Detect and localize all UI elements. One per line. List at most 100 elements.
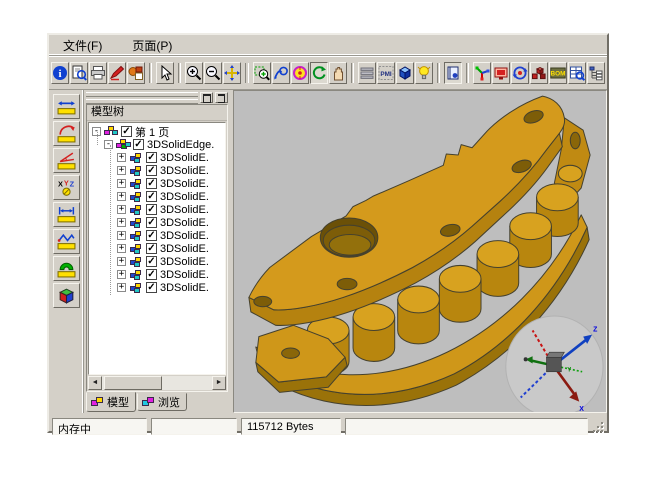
axis-x-label: X [579, 405, 584, 412]
tree-item-label[interactable]: 第 1 页 [135, 124, 169, 140]
expand-icon[interactable]: + [117, 231, 126, 240]
expand-icon[interactable]: + [117, 153, 126, 162]
expand-icon[interactable]: + [117, 283, 126, 292]
light-button[interactable] [415, 62, 433, 84]
info-button[interactable]: i [51, 62, 69, 84]
assembly-axes-button[interactable] [473, 62, 491, 84]
checkbox[interactable]: ✓ [146, 217, 157, 228]
menu-file[interactable]: 文件(F) [61, 36, 104, 55]
part-icon [129, 243, 143, 254]
expand-icon[interactable]: + [117, 192, 126, 201]
checkbox[interactable]: ✓ [146, 152, 157, 163]
tree-item-label[interactable]: 3DSolidE. [160, 152, 209, 164]
expand-icon[interactable]: + [117, 270, 126, 279]
toolbar-separator [466, 63, 469, 83]
tree-item-label[interactable]: 3DSolidE. [160, 256, 209, 268]
animation-button[interactable] [511, 62, 529, 84]
notebook-button[interactable] [444, 62, 462, 84]
checkbox[interactable]: ✓ [146, 256, 157, 267]
expand-icon[interactable]: + [117, 166, 126, 175]
model-tree: - ✓ 第 1 页 - ✓ 3DSolidEdge. + ✓ [88, 122, 226, 375]
measure-angle-button[interactable] [53, 148, 80, 173]
tree-item-label[interactable]: 3DSolidE. [160, 282, 209, 294]
measure-distance-button[interactable] [53, 202, 80, 227]
tree-item-label[interactable]: 3DSolidE. [160, 217, 209, 229]
pan-button[interactable] [329, 62, 347, 84]
tree-item-label[interactable]: 3DSolidE. [160, 191, 209, 203]
svg-text:Y: Y [63, 178, 68, 187]
select-button[interactable] [156, 62, 174, 84]
rotate-center-button[interactable] [291, 62, 309, 84]
expand-icon[interactable]: + [117, 179, 126, 188]
scrollbar-thumb[interactable] [104, 376, 162, 390]
snapshot-button[interactable] [492, 62, 510, 84]
view-cube-button[interactable] [396, 62, 414, 84]
measure-area-button[interactable] [53, 256, 80, 281]
checkbox[interactable]: ✓ [146, 204, 157, 215]
measure-curve-button[interactable] [53, 229, 80, 254]
scrollbar-track[interactable] [102, 376, 212, 390]
3d-viewport[interactable]: Z X Y [233, 90, 607, 413]
rotate-button[interactable] [310, 62, 328, 84]
print-button[interactable] [89, 62, 107, 84]
checkbox[interactable]: ✓ [146, 191, 157, 202]
checkbox[interactable]: ✓ [146, 230, 157, 241]
checkbox[interactable]: ✓ [146, 165, 157, 176]
dynamic-zoom-button[interactable] [272, 62, 290, 84]
orientation-trackball[interactable]: Z X Y [506, 316, 603, 412]
tree-item-label[interactable]: 3DSolidE. [160, 243, 209, 255]
checkbox[interactable]: ✓ [146, 282, 157, 293]
scroll-right-button[interactable]: ► [212, 376, 226, 390]
zoom-fit-button[interactable] [223, 62, 241, 84]
collapse-icon[interactable]: - [104, 140, 113, 149]
toolbar-separator [437, 63, 440, 83]
checkbox[interactable]: ✓ [121, 126, 132, 137]
zoom-window-button[interactable] [253, 62, 271, 84]
coordinate-xyz-button[interactable]: XYZ [53, 175, 80, 200]
measure-length-button[interactable] [53, 94, 80, 119]
tree-item-label[interactable]: 3DSolidE. [160, 230, 209, 242]
expand-icon[interactable]: + [117, 205, 126, 214]
checkbox[interactable]: ✓ [146, 269, 157, 280]
spin-arrows-icon [512, 65, 528, 81]
hide-panel-button[interactable] [215, 92, 228, 103]
maximize-panel-button[interactable] [200, 92, 213, 103]
resize-grip[interactable] [592, 419, 604, 433]
measure-radius-button[interactable] [53, 121, 80, 146]
tree-item-label[interactable]: 3DSolidEdge. [147, 139, 214, 151]
notebook-icon [445, 65, 461, 81]
expand-icon[interactable]: + [117, 257, 126, 266]
bom-button[interactable]: BOM [549, 62, 567, 84]
markup-button[interactable] [108, 62, 126, 84]
scroll-left-button[interactable]: ◄ [88, 376, 102, 390]
tree-item-label[interactable]: 3DSolidE. [160, 269, 209, 281]
browse-tab-icon [142, 397, 155, 407]
tab-model[interactable]: 模型 [86, 392, 136, 412]
hide-icon [218, 94, 225, 103]
menu-page[interactable]: 页面(P) [130, 36, 174, 55]
preview-button[interactable] [70, 62, 88, 84]
measure-volume-button[interactable] [53, 283, 80, 308]
tree-item-label[interactable]: 3DSolidE. [160, 178, 209, 190]
tree-item-label[interactable]: 3DSolidE. [160, 204, 209, 216]
tree-row-page[interactable]: - ✓ 第 1 页 [89, 125, 225, 138]
zoom-in-button[interactable] [185, 62, 203, 84]
tab-browse[interactable]: 浏览 [137, 393, 187, 411]
checkbox[interactable]: ✓ [133, 139, 144, 150]
structure-tree-button[interactable] [587, 62, 605, 84]
pmi-button[interactable]: PMI [377, 62, 395, 84]
tree-hscrollbar[interactable]: ◄ ► [88, 376, 226, 390]
checkbox[interactable]: ✓ [146, 178, 157, 189]
stamp-button[interactable] [127, 62, 145, 84]
report-button[interactable] [568, 62, 586, 84]
exploded-parts-button[interactable] [530, 62, 548, 84]
zoom-out-button[interactable] [204, 62, 222, 84]
checkbox[interactable]: ✓ [146, 243, 157, 254]
expand-icon[interactable]: + [117, 218, 126, 227]
status-field-4 [345, 418, 588, 435]
panel-gripper[interactable] [86, 92, 228, 103]
expand-icon[interactable]: + [117, 244, 126, 253]
panel-title: 模型树 [87, 105, 227, 121]
tree-item-label[interactable]: 3DSolidE. [160, 165, 209, 177]
layers-button[interactable] [358, 62, 376, 84]
